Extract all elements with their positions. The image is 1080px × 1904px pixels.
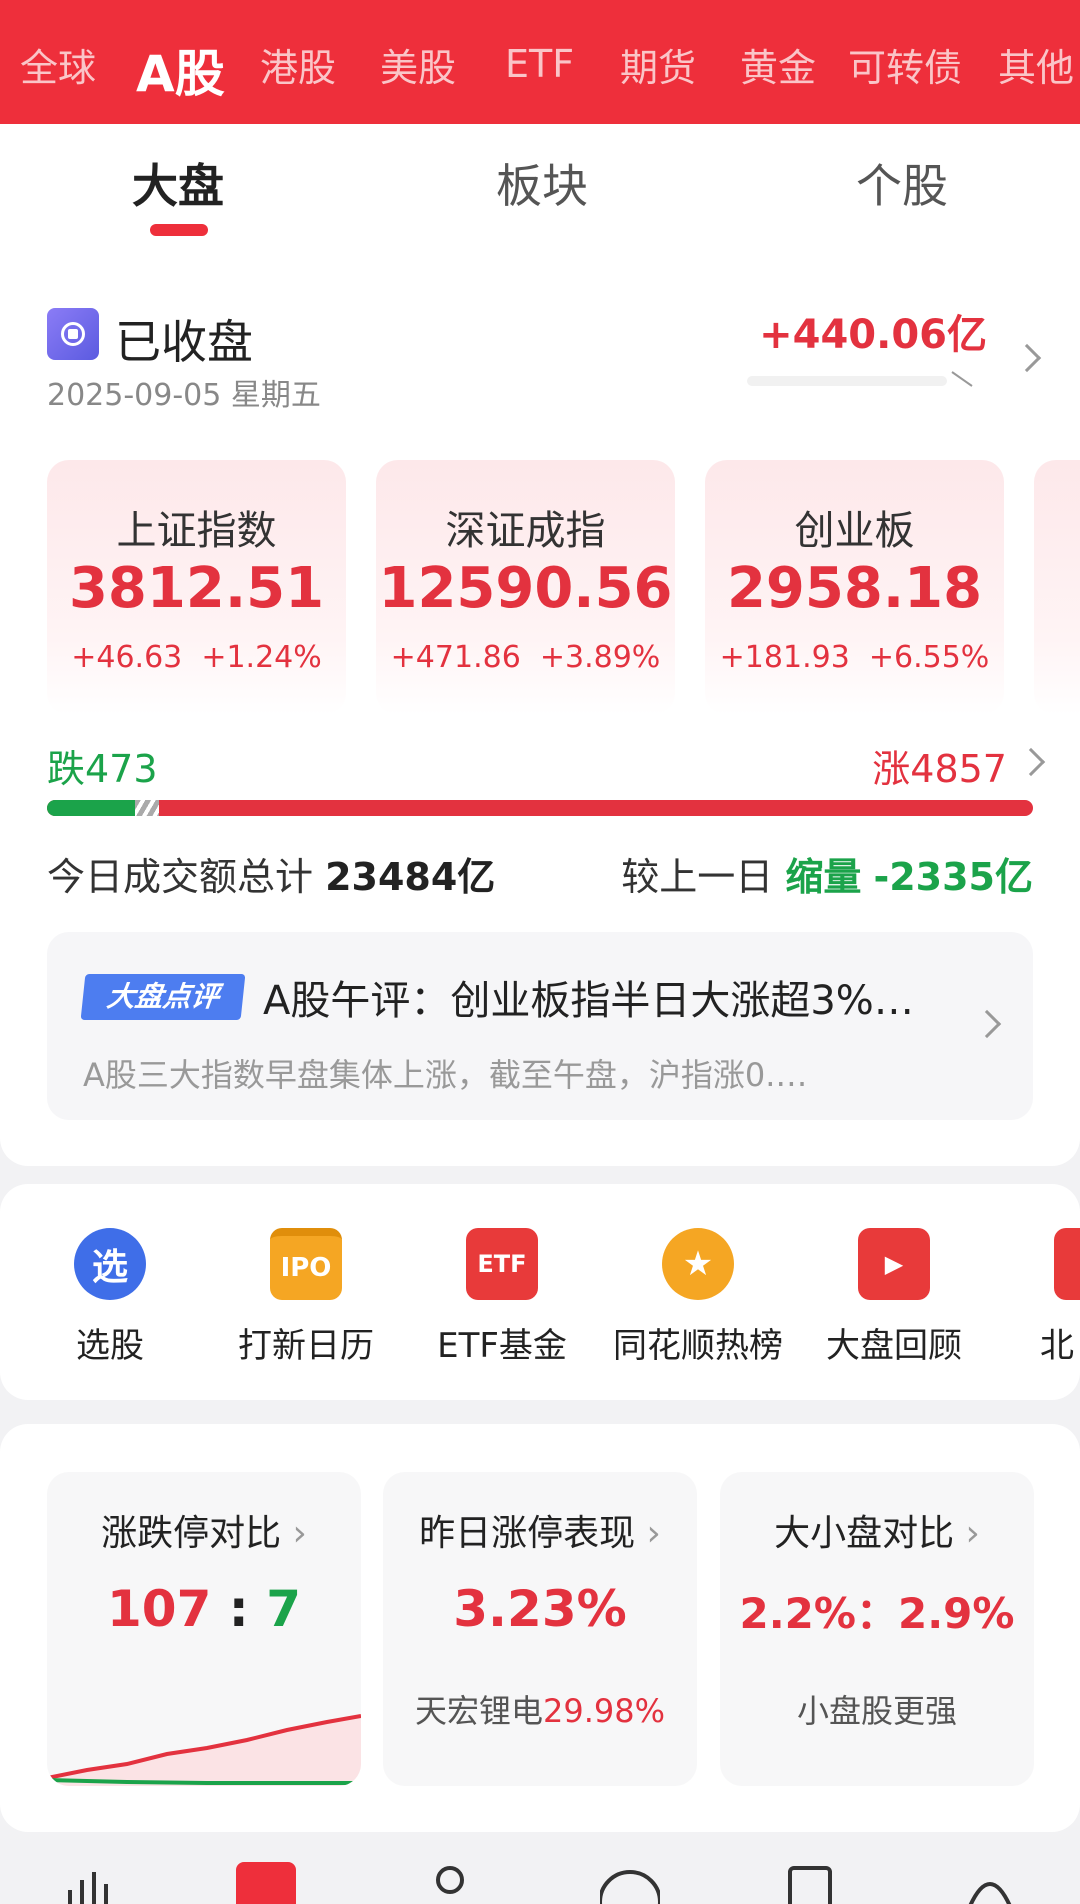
quotes-tab-icon[interactable]	[236, 1862, 296, 1904]
active-tab-indicator	[150, 224, 208, 236]
market-tab-etf[interactable]: ETF	[505, 38, 574, 86]
unchanged-bar-fill	[135, 800, 159, 816]
index-change: +471.86 +3.89%	[390, 640, 661, 675]
market-chart-icon[interactable]	[60, 1862, 120, 1904]
hot-list-icon: ★	[662, 1228, 734, 1300]
index-card-partial[interactable]	[1034, 460, 1080, 715]
stat-title: 昨日涨停表现 ›	[419, 1513, 661, 1554]
market-tab-a-share[interactable]: A股	[136, 30, 225, 106]
tab-sector[interactable]: 板块	[496, 150, 588, 216]
profile-icon[interactable]	[420, 1862, 480, 1904]
index-card-sse[interactable]: 上证指数 3812.51 +46.63 +1.24%	[47, 460, 346, 715]
feature-label: 北	[1040, 1326, 1074, 1366]
market-tab-hk[interactable]: 港股	[260, 33, 336, 92]
review-title: A股午评：创业板指半日大涨超3%…	[263, 978, 914, 1024]
chevron-right-icon	[1012, 343, 1042, 373]
feature-label: 大盘回顾	[826, 1326, 962, 1366]
index-card-szse[interactable]: 深证成指 12590.56 +471.86 +3.89%	[376, 460, 675, 715]
tab-market[interactable]: 大盘	[132, 150, 224, 216]
feature-label: 打新日历	[238, 1326, 374, 1366]
advance-count: 涨4857	[872, 747, 1007, 791]
wealth-icon[interactable]	[960, 1862, 1020, 1904]
market-tab-futures[interactable]: 期货	[620, 33, 696, 92]
trade-icon[interactable]	[600, 1862, 660, 1904]
market-review-banner[interactable]: 大盘点评 A股午评：创业板指半日大涨超3%… A股三大指数早盘集体上涨，截至午盘…	[47, 932, 1033, 1120]
net-inflow-value: +440.06亿	[759, 312, 987, 358]
sub-tab-bar: 大盘 板块 个股	[0, 124, 1080, 244]
yesterday-limit-value: 3.23%	[453, 1580, 627, 1638]
limit-ratio: 107 : 7	[106, 1580, 301, 1638]
yesterday-limit-stat[interactable]: 昨日涨停表现 › 3.23% 天宏锂电29.98%	[383, 1472, 697, 1786]
feature-select-stock[interactable]: 选 选股	[10, 1228, 210, 1367]
feature-market-review[interactable]: ▶ 大盘回顾	[794, 1228, 994, 1367]
market-tab-global[interactable]: 全球	[20, 33, 96, 92]
size-compare-stat[interactable]: 大小盘对比 › 2.2%：2.9% 小盘股更强	[720, 1472, 1034, 1786]
stat-title: 涨跌停对比 ›	[101, 1513, 307, 1554]
market-closed-icon	[47, 308, 99, 360]
index-value: 2958.18	[726, 556, 983, 621]
stat-title: 大小盘对比 ›	[774, 1513, 980, 1554]
limit-up-down-stat[interactable]: 涨跌停对比 › 107 : 7	[47, 1472, 361, 1786]
feature-label: ETF基金	[437, 1326, 567, 1366]
market-overview-card: 大盘 板块 个股 已收盘 2025-09-05 星期五 +440.06亿 上证指…	[0, 124, 1080, 1166]
advance-decline-row[interactable]: 跌473 涨4857	[47, 738, 1047, 798]
market-tab-bar: 全球 A股 港股 美股 ETF 期货 黄金 可转债 其他	[0, 0, 1080, 124]
feature-hot-list[interactable]: ★ 同花顺热榜	[598, 1228, 798, 1367]
decline-bar-fill	[47, 800, 135, 816]
market-review-icon: ▶	[858, 1228, 930, 1300]
top-stock: 天宏锂电29.98%	[414, 1692, 666, 1730]
chevron-right-icon	[1016, 747, 1046, 777]
feature-label: 选股	[76, 1326, 144, 1366]
etf-fund-icon: ETF	[466, 1228, 538, 1300]
net-inflow-sparkline	[747, 371, 973, 387]
feature-north[interactable]: 北	[990, 1228, 1080, 1367]
feature-ipo-calendar[interactable]: IPO 打新日历	[206, 1228, 406, 1367]
market-tab-other[interactable]: 其他	[998, 33, 1074, 92]
advance-decline-bar	[47, 800, 1033, 816]
market-tab-convertible[interactable]: 可转债	[848, 33, 962, 92]
index-change: +181.93 +6.55%	[719, 640, 990, 675]
turnover-compare: 较上一日 缩量 -2335亿	[621, 855, 1033, 899]
index-value: 3812.51	[68, 556, 325, 621]
review-summary: A股三大指数早盘集体上涨，截至午盘，沪指涨0.…	[83, 1056, 808, 1094]
index-name: 上证指数	[116, 508, 277, 554]
turnover-total: 今日成交额总计 23484亿	[47, 855, 496, 899]
select-stock-icon: 选	[74, 1228, 146, 1300]
north-icon	[1054, 1228, 1080, 1300]
ipo-calendar-icon: IPO	[270, 1228, 342, 1300]
market-status-text: 已收盘	[115, 315, 253, 369]
chevron-right-icon	[972, 1009, 1002, 1039]
size-compare-value: 2.2%：2.9%	[739, 1589, 1015, 1638]
market-tab-gold[interactable]: 黄金	[740, 33, 816, 92]
index-card-chinext[interactable]: 创业板 2958.18 +181.93 +6.55%	[705, 460, 1004, 715]
market-stats-card: 涨跌停对比 › 107 : 7 昨日涨停表现 › 3.23% 天宏锂电29.98…	[0, 1424, 1080, 1832]
decline-count: 跌473	[47, 747, 158, 791]
turnover-row: 今日成交额总计 23484亿 较上一日 缩量 -2335亿	[47, 846, 1033, 906]
market-date: 2025-09-05 星期五	[47, 378, 321, 413]
feature-label: 同花顺热榜	[613, 1326, 783, 1366]
news-icon[interactable]	[780, 1862, 840, 1904]
index-value: 12590.56	[378, 556, 673, 621]
index-name: 创业板	[794, 508, 915, 554]
index-name: 深证成指	[445, 508, 606, 554]
tab-stock[interactable]: 个股	[856, 150, 948, 216]
index-change: +46.63 +1.24%	[71, 640, 322, 675]
limit-trend-chart	[47, 1714, 361, 1786]
size-compare-note: 小盘股更强	[796, 1692, 957, 1730]
review-badge: 大盘点评	[80, 974, 246, 1020]
feature-etf-fund[interactable]: ETF ETF基金	[402, 1228, 602, 1367]
market-status-row[interactable]: 已收盘 2025-09-05 星期五 +440.06亿	[47, 304, 1047, 414]
market-tab-us[interactable]: 美股	[380, 33, 456, 92]
feature-shortcuts: 选 选股 IPO 打新日历 ETF ETF基金 ★ 同花顺热榜 ▶ 大盘回顾 北	[0, 1184, 1080, 1400]
index-cards-row: 上证指数 3812.51 +46.63 +1.24% 深证成指 12590.56…	[47, 460, 1080, 720]
bottom-navigation	[0, 1848, 1080, 1904]
